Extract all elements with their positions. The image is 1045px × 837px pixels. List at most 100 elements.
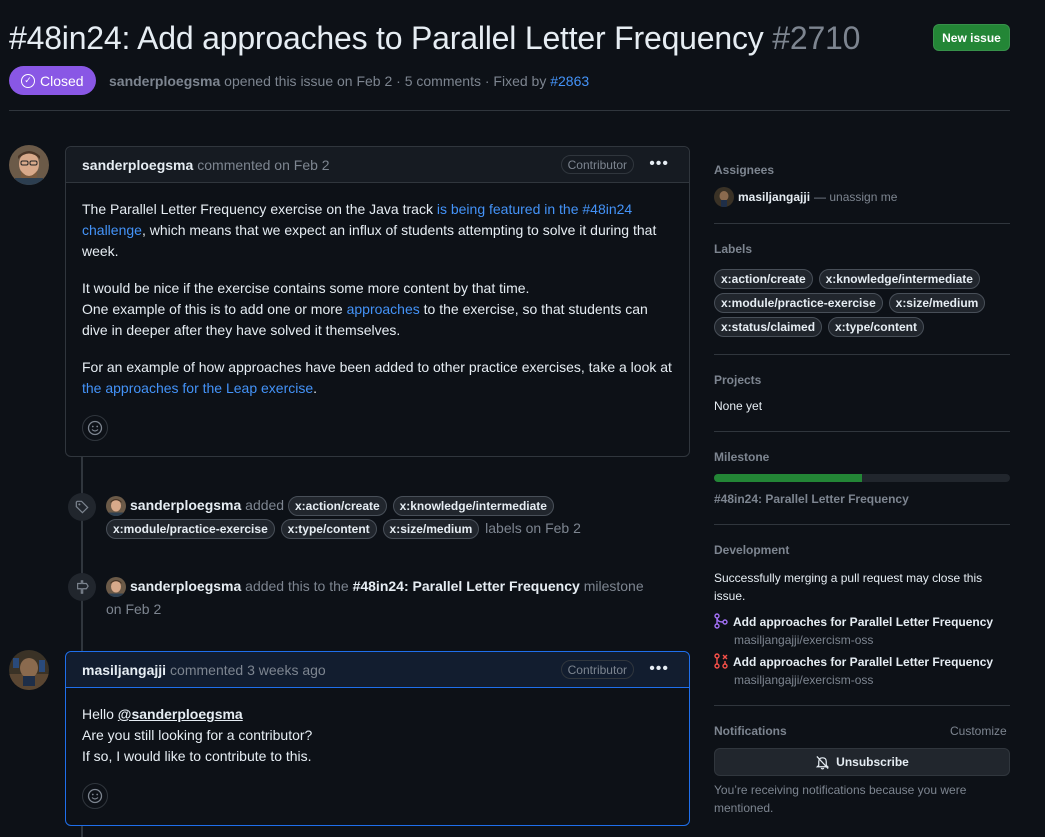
notifications-note: You’re receiving notifications because y…: [714, 783, 967, 815]
avatar[interactable]: [106, 496, 126, 517]
fixed-by-link[interactable]: #2863: [550, 73, 589, 89]
comment-text: It would be nice if the exercise contain…: [82, 280, 530, 296]
sidebar-divider: [714, 524, 1010, 525]
contributor-badge: Contributor: [560, 155, 634, 174]
event-suffix: labels on Feb 2: [485, 520, 581, 536]
header-divider: [9, 110, 1010, 111]
unassign-me-link[interactable]: — unassign me: [814, 190, 897, 204]
timeline-line: [81, 825, 83, 837]
milestone-heading[interactable]: Milestone: [714, 450, 769, 464]
comment: masiljangajji commented 3 weeks ago Cont…: [65, 651, 690, 826]
unsubscribe-label: Unsubscribe: [836, 755, 909, 769]
issue-meta-text: opened this issue on Feb 2 · 5 comments …: [224, 73, 547, 89]
labels-heading[interactable]: Labels: [714, 242, 752, 256]
comment-header: masiljangajji commented 3 weeks ago Cont…: [66, 652, 689, 688]
add-reaction-button[interactable]: [82, 415, 108, 441]
projects-heading[interactable]: Projects: [714, 373, 761, 387]
smiley-icon: [87, 788, 103, 804]
more-options-icon[interactable]: •••: [649, 660, 669, 678]
event-actor[interactable]: sanderploegsma: [130, 497, 241, 513]
avatar[interactable]: [9, 145, 49, 185]
label-chip[interactable]: x:type/content: [280, 519, 377, 540]
comment-text: .: [313, 380, 318, 396]
development-note: Successfully merging a pull request may …: [714, 571, 983, 603]
bell-slash-icon: [816, 755, 830, 769]
sidebar-divider: [714, 431, 1010, 432]
event-suffix: milestone: [583, 578, 644, 594]
label-chip[interactable]: x:module/practice-exercise: [106, 519, 275, 540]
comment-text: If so, I would like to contribute to thi…: [82, 748, 312, 764]
label-chip[interactable]: x:type/content: [827, 317, 924, 338]
more-options-icon[interactable]: •••: [649, 155, 669, 173]
comment-author[interactable]: masiljangajji: [82, 662, 166, 678]
timeline-line: [81, 456, 83, 651]
notifications-heading: Notifications: [714, 724, 787, 738]
unsubscribe-button[interactable]: Unsubscribe: [714, 748, 1010, 776]
approaches-link[interactable]: approaches: [347, 301, 420, 317]
sidebar-divider: [714, 354, 1010, 355]
label-chip[interactable]: x:status/claimed: [714, 317, 823, 338]
label-chip[interactable]: x:size/medium: [382, 519, 480, 540]
issue-author-link[interactable]: sanderploegsma: [109, 73, 220, 89]
comment-text: For an example of how approaches have be…: [82, 359, 672, 375]
comment-text: The Parallel Letter Frequency exercise o…: [82, 201, 437, 217]
pr-repo[interactable]: masiljangajji/exercism-oss: [734, 673, 873, 687]
avatar[interactable]: [9, 650, 49, 690]
milestone-name[interactable]: #48in24: Parallel Letter Frequency: [714, 492, 909, 506]
comment-body: Hello @sanderploegsma Are you still look…: [66, 688, 689, 783]
issue-title-row: #48in24: Add approaches to Parallel Lett…: [9, 18, 860, 58]
status-badge: ✓ Closed: [9, 66, 96, 95]
comment-text: One example of this is to add one or mor…: [82, 301, 347, 317]
label-chip[interactable]: x:knowledge/intermediate: [392, 496, 554, 517]
pr-closed-icon: [714, 653, 728, 669]
event-actor[interactable]: sanderploegsma: [130, 578, 241, 594]
contributor-badge: Contributor: [560, 660, 634, 679]
user-mention[interactable]: @sanderploegsma: [118, 706, 243, 722]
milestone-link[interactable]: #48in24: Parallel Letter Frequency: [353, 578, 580, 594]
smiley-icon: [87, 420, 103, 436]
labels-event: sanderploegsma added x:action/create x:k…: [106, 494, 696, 540]
comment-text: Hello: [82, 706, 118, 722]
label-chip[interactable]: x:action/create: [714, 269, 813, 290]
label-chip[interactable]: x:module/practice-exercise: [714, 293, 883, 314]
event-verb: added this to the: [245, 578, 349, 594]
issue-meta: sanderploegsma opened this issue on Feb …: [109, 73, 589, 89]
milestone-progress-fill: [714, 474, 862, 482]
comment-author[interactable]: sanderploegsma: [82, 157, 193, 173]
comment-text: , which means that we expect an influx o…: [82, 222, 657, 259]
pr-merged-icon: [714, 613, 728, 629]
label-chip[interactable]: x:knowledge/intermediate: [818, 269, 980, 290]
comment-timestamp[interactable]: commented 3 weeks ago: [170, 662, 326, 678]
issue-number: #2710: [772, 20, 861, 56]
status-label: Closed: [40, 72, 84, 89]
assignee-name[interactable]: masiljangajji: [738, 190, 810, 204]
new-issue-button[interactable]: New issue: [933, 24, 1010, 51]
sidebar-divider: [714, 223, 1010, 224]
avatar[interactable]: [106, 577, 126, 598]
label-chip[interactable]: x:action/create: [287, 496, 387, 517]
comment-header: sanderploegsma commented on Feb 2 Contri…: [66, 147, 689, 183]
avatar[interactable]: [714, 187, 734, 207]
leap-approaches-link[interactable]: the approaches for the Leap exercise: [82, 380, 313, 396]
comment-text: Are you still looking for a contributor?: [82, 727, 313, 743]
milestone-event: sanderploegsma added this to the #48in24…: [106, 575, 686, 621]
label-chip[interactable]: x:size/medium: [888, 293, 986, 314]
pr-title[interactable]: Add approaches for Parallel Letter Frequ…: [733, 655, 993, 669]
assignee-row: masiljangajji — unassign me: [714, 187, 897, 207]
pr-title[interactable]: Add approaches for Parallel Letter Frequ…: [733, 615, 993, 629]
comment-body: The Parallel Letter Frequency exercise o…: [66, 183, 689, 415]
customize-link[interactable]: Customize: [950, 724, 1007, 738]
add-reaction-button[interactable]: [82, 783, 108, 809]
development-heading: Development: [714, 543, 790, 557]
pr-repo[interactable]: masiljangajji/exercism-oss: [734, 633, 873, 647]
event-date: on Feb 2: [106, 601, 162, 617]
event-verb: added: [245, 497, 285, 513]
projects-value: None yet: [714, 399, 763, 413]
assignees-heading[interactable]: Assignees: [714, 163, 774, 177]
tag-icon: [68, 493, 96, 521]
closed-check-icon: ✓: [21, 73, 35, 88]
comment-timestamp[interactable]: commented on Feb 2: [197, 157, 329, 173]
issue-title: #48in24: Add approaches to Parallel Lett…: [9, 20, 764, 56]
sidebar-divider: [714, 705, 1010, 706]
labels-list: x:action/create x:knowledge/intermediate…: [714, 266, 1014, 338]
